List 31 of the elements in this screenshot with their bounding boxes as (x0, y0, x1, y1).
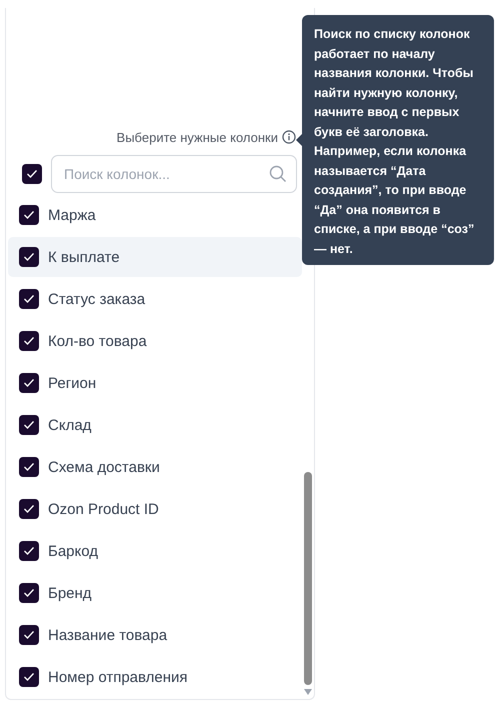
column-option[interactable]: Маржа (8, 195, 302, 235)
info-icon[interactable] (282, 130, 296, 144)
column-option[interactable]: Регион (8, 363, 302, 403)
select-all-checkbox[interactable] (22, 164, 42, 184)
scrollbar-thumb[interactable] (304, 472, 312, 685)
panel-heading: Выберите нужные колонки (116, 130, 278, 145)
checkbox[interactable] (19, 667, 39, 687)
search-field[interactable]: Поиск колонок... (51, 155, 297, 193)
column-option[interactable]: Ozon Product ID (8, 489, 302, 529)
column-option[interactable]: Кол-во товара (8, 321, 302, 361)
checkbox[interactable] (19, 583, 39, 603)
checkbox[interactable] (19, 541, 39, 561)
column-option[interactable]: Схема доставки (8, 447, 302, 487)
checkbox[interactable] (19, 331, 39, 351)
checkbox[interactable] (19, 499, 39, 519)
column-option[interactable]: Номер отправления (8, 657, 302, 697)
checkbox[interactable] (19, 373, 39, 393)
checkbox[interactable] (19, 457, 39, 477)
checkbox[interactable] (19, 415, 39, 435)
checkbox[interactable] (19, 625, 39, 645)
column-option[interactable]: Склад (8, 405, 302, 445)
checkbox[interactable] (19, 289, 39, 309)
tooltip-text: Поиск по списку колонок работает по началу названия колонки. Чтобы найти нужную колонку, начните ввод с первых букв её заголовка. Например, если колонка называется “Дата создания”, то при вводе “Да” она появится в списке, а при вводе “соз” — нет. (314, 26, 476, 258)
column-option[interactable]: Бренд (8, 573, 302, 613)
checkbox[interactable] (19, 205, 39, 225)
column-option[interactable]: Статус заказа (8, 279, 302, 319)
column-option[interactable]: Баркод (8, 531, 302, 571)
column-option[interactable]: К выплате (8, 237, 302, 277)
search-icon (269, 165, 287, 183)
checkbox[interactable] (19, 247, 39, 267)
column-option[interactable]: Название товара (8, 615, 302, 655)
